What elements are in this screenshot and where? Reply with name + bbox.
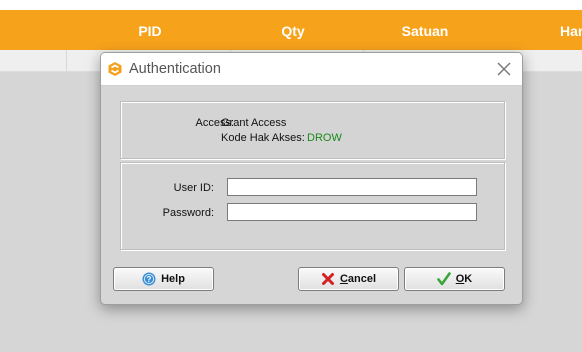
code-value: DROW <box>307 132 342 144</box>
app-logo-icon <box>107 61 123 77</box>
cancel-button[interactable]: Cancel <box>298 267 399 291</box>
column-header-har[interactable]: Har <box>560 10 582 50</box>
column-header-satuan[interactable]: Satuan <box>385 10 465 50</box>
close-icon[interactable] <box>494 59 514 79</box>
ok-button-label: K <box>464 273 473 285</box>
password-label: Password: <box>162 207 214 219</box>
help-icon: ? <box>142 272 156 286</box>
cancel-mnemonic: C <box>339 273 348 285</box>
app-top-strip <box>0 0 582 10</box>
column-divider <box>66 50 67 71</box>
svg-text:?: ? <box>147 275 152 284</box>
column-header-pid[interactable]: PID <box>110 10 190 50</box>
checkmark-icon <box>436 272 451 286</box>
access-info-panel: Access: Grant Access Kode Hak Akses: DRO… <box>120 101 505 159</box>
password-input[interactable] <box>227 203 477 221</box>
ok-button[interactable]: OK <box>404 267 505 291</box>
cancel-button-label: ancel <box>347 273 377 285</box>
authentication-dialog: Authentication Access: Grant Access Kode… <box>100 52 523 305</box>
ok-mnemonic: O <box>455 273 465 285</box>
column-header-qty[interactable]: Qty <box>253 10 333 50</box>
access-value: Grant Access <box>221 117 287 129</box>
code-label: Kode Hak Akses: <box>221 132 305 144</box>
login-form-panel: User ID: Password: <box>120 162 505 250</box>
user-id-label: User ID: <box>173 182 214 194</box>
dialog-title: Authentication <box>129 61 221 77</box>
user-id-input[interactable] <box>227 178 477 196</box>
table-header: PID Qty Satuan Har <box>0 10 582 50</box>
dialog-titlebar[interactable]: Authentication <box>101 53 522 86</box>
help-button-label: Help <box>161 273 185 285</box>
cancel-x-icon <box>321 272 335 286</box>
help-button[interactable]: ? Help <box>113 267 214 291</box>
